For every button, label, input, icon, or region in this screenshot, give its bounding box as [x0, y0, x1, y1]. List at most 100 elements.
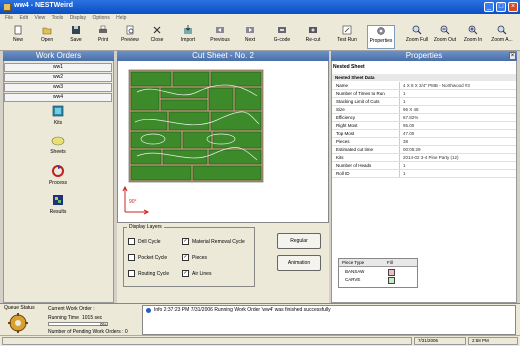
properties-icon: [377, 27, 385, 35]
table-row[interactable]: CARVE: [339, 276, 417, 284]
checkbox-label: Pieces: [192, 254, 208, 261]
property-row[interactable]: Stacking Limit of Cuts 1: [332, 98, 516, 106]
cut-sheet-canvas[interactable]: 90°: [117, 62, 329, 222]
close-label: Close: [150, 37, 164, 43]
nav-process[interactable]: Process: [40, 164, 76, 186]
recut-label: Re-cut: [305, 37, 321, 43]
regular-button[interactable]: Regular: [277, 233, 321, 249]
gear-icon: [8, 313, 28, 333]
new-button[interactable]: New: [4, 25, 32, 49]
piece: [192, 165, 262, 181]
new-doc-icon: [14, 25, 22, 35]
property-row[interactable]: Number of Heads 1: [332, 162, 516, 170]
properties-button[interactable]: Properties: [367, 25, 395, 49]
property-row[interactable]: Estimated cut time 00:05:29: [332, 146, 516, 154]
zoom-out-button[interactable]: Zoom Out: [431, 25, 459, 49]
queue-log[interactable]: Info 2:37:23 PM 7/31/2006 Running Work O…: [142, 305, 516, 335]
nav-results-label: Results: [49, 209, 67, 215]
work-orders-title: Work Orders: [3, 51, 114, 61]
property-row[interactable]: Roll ID 1: [332, 170, 516, 178]
property-row[interactable]: Right Most 95.00: [332, 122, 516, 130]
property-row[interactable]: Name 4 X 8 X 3/4" PMB - Northwood #3: [332, 82, 516, 90]
property-key: Pieces: [336, 138, 400, 145]
menu-edit[interactable]: Edit: [19, 14, 28, 23]
checkbox-box: [128, 238, 135, 245]
property-key: Right Most: [336, 122, 400, 129]
property-value: 96 X 48: [403, 107, 419, 112]
zoom-in-button[interactable]: Zoom In: [459, 25, 487, 49]
next-button[interactable]: Next: [236, 25, 264, 49]
cut-sheet-title: Cut Sheet - No. 2: [117, 51, 329, 61]
open-button[interactable]: Open: [33, 25, 61, 49]
work-order-item[interactable]: ww1: [4, 63, 112, 72]
previous-button[interactable]: Previous: [206, 25, 234, 49]
recut-icon: [309, 27, 317, 33]
piece: [160, 99, 208, 111]
close-doc-button[interactable]: Close: [143, 25, 171, 49]
menu-options[interactable]: Options: [92, 14, 109, 23]
new-label: New: [12, 37, 23, 43]
zoom-full-button[interactable]: Zoom Full: [403, 25, 431, 49]
piece: [212, 131, 262, 149]
minimize-icon[interactable]: _: [484, 2, 494, 12]
test-run-label: Test Run: [337, 37, 357, 43]
drill-cycle-checkbox[interactable]: Drill Cycle: [128, 238, 161, 245]
table-row[interactable]: BANSAW: [339, 268, 417, 276]
properties-group: Nested Sheet Data: [332, 74, 516, 81]
gcode-label: G-code: [273, 37, 291, 43]
maximize-icon[interactable]: □: [496, 2, 506, 12]
nav-sheets[interactable]: Sheets: [40, 133, 76, 155]
menu-help[interactable]: Help: [116, 14, 126, 23]
pieces-checkbox[interactable]: ✓ Pieces: [182, 254, 207, 261]
nav-kits[interactable]: Kits: [40, 104, 76, 126]
zoom-out-label: Zoom Out: [433, 37, 457, 43]
property-row[interactable]: Pieces 38: [332, 138, 516, 146]
menu-file[interactable]: File: [5, 14, 13, 23]
piece: [130, 87, 160, 111]
menu-view[interactable]: View: [34, 14, 45, 23]
sheets-icon: [51, 136, 65, 146]
property-key: Number of Times to Run: [336, 90, 400, 97]
open-label: Open: [40, 37, 54, 43]
property-row[interactable]: Size 96 X 48: [332, 106, 516, 114]
property-key: Estimated cut time: [336, 146, 400, 153]
print-button[interactable]: Print: [89, 25, 117, 49]
property-row[interactable]: Efficiency 67.82%: [332, 114, 516, 122]
recut-button[interactable]: Re-cut: [299, 25, 327, 49]
checkbox-label: Routing Cycle: [138, 270, 170, 277]
gcode-button[interactable]: G-code: [268, 25, 296, 49]
test-run-button[interactable]: Test Run: [333, 25, 361, 49]
menu-tools[interactable]: Tools: [52, 14, 64, 23]
property-value: 2014-02 3-4 Pine Party (12): [403, 155, 459, 160]
property-row[interactable]: Kits 2014-02 3-4 Pine Party (12): [332, 154, 516, 162]
work-order-list: ww1 ww2 ww3 ww4: [4, 63, 112, 103]
close-icon[interactable]: ×: [509, 52, 516, 60]
property-row[interactable]: Top Most 47.00: [332, 130, 516, 138]
work-order-item[interactable]: ww2: [4, 73, 112, 82]
status-message: [2, 337, 412, 345]
property-row[interactable]: Number of Times to Run 1: [332, 90, 516, 98]
close-icon[interactable]: ×: [508, 2, 518, 12]
running-time-value: 1015 sec: [82, 315, 103, 321]
air-lines-checkbox[interactable]: ✓ Air Lines: [182, 270, 211, 277]
save-button[interactable]: Save: [62, 25, 90, 49]
app-icon: [3, 3, 11, 11]
work-order-item[interactable]: ww4: [4, 93, 112, 102]
checkbox-label: Air Lines: [192, 270, 212, 277]
pocket-cycle-checkbox[interactable]: Pocket Cycle: [128, 254, 167, 261]
zoom-area-button[interactable]: Zoom A...: [488, 25, 516, 49]
work-order-item[interactable]: ww3: [4, 83, 112, 92]
nav-results[interactable]: Results: [40, 193, 76, 215]
import-button[interactable]: Import: [174, 25, 202, 49]
col-fill: Fill: [387, 260, 393, 265]
properties-grid: Name 4 X 8 X 3/4" PMB - Northwood #3 Numbe…: [332, 82, 516, 212]
material-removal-checkbox[interactable]: ✓ Material Removal Cycle: [182, 238, 245, 245]
zoom-full-icon: [412, 25, 422, 35]
routing-cycle-checkbox[interactable]: Routing Cycle: [128, 270, 169, 277]
checkbox-label: Drill Cycle: [138, 238, 161, 245]
animation-button[interactable]: Animation: [277, 255, 321, 271]
previous-icon: [216, 27, 224, 33]
menu-display[interactable]: Display: [70, 14, 86, 23]
next-icon: [246, 27, 254, 33]
preview-button[interactable]: Preview: [116, 25, 144, 49]
